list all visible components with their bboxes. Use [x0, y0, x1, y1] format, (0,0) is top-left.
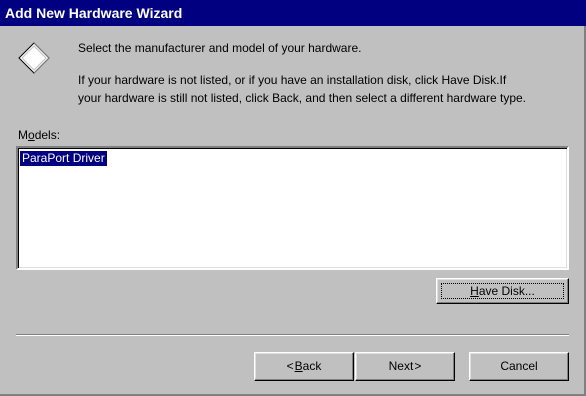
cancel-label: Cancel: [500, 359, 538, 373]
models-listbox[interactable]: ParaPort Driver: [16, 146, 569, 270]
wizard-window: Add New Hardware Wizard Select the manuf…: [0, 0, 586, 396]
next-label: Next >: [388, 359, 422, 373]
have-disk-label: Have Disk...: [470, 284, 535, 298]
note-text-line-1: If your hardware is not listed, or if yo…: [78, 73, 507, 87]
cancel-button[interactable]: Cancel: [469, 352, 569, 381]
window-title: Add New Hardware Wizard: [5, 5, 183, 21]
have-disk-button[interactable]: Have Disk...: [436, 278, 569, 304]
separator: [16, 334, 569, 336]
instruction-text: Select the manufacturer and model of you…: [78, 41, 362, 55]
note-text-line-2: your hardware is still not listed, click…: [78, 91, 527, 105]
list-item[interactable]: ParaPort Driver: [20, 151, 107, 166]
back-button[interactable]: < Back: [254, 352, 354, 381]
diamond-wizard-icon: [18, 42, 50, 74]
list-item-label: ParaPort Driver: [22, 151, 105, 165]
back-label: < Back: [286, 359, 322, 373]
title-bar[interactable]: Add New Hardware Wizard: [0, 0, 586, 26]
models-label: Models:: [18, 128, 61, 142]
next-button[interactable]: Next >: [355, 352, 455, 381]
